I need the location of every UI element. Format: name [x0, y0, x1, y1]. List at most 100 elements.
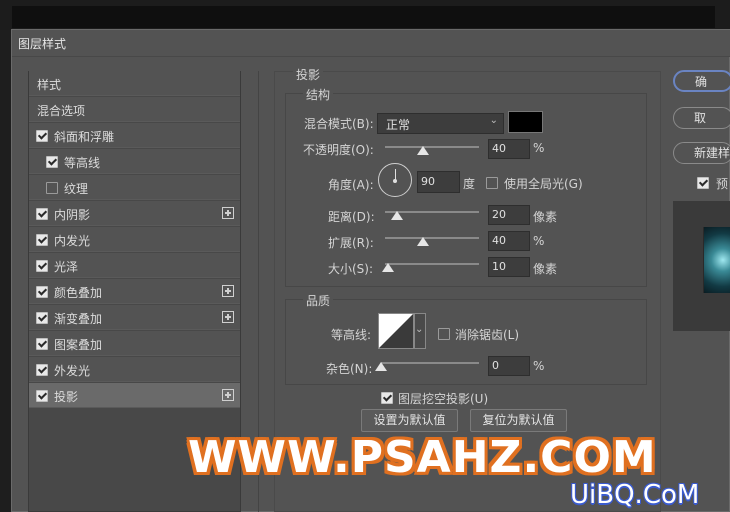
sidebar-item-label: 光泽 — [54, 260, 79, 274]
distance-input[interactable]: 20 — [488, 205, 530, 225]
angle-label: 角度(A): — [328, 178, 374, 192]
noise-slider-thumb[interactable] — [375, 362, 387, 371]
sidebar-item-checkbox[interactable] — [46, 182, 58, 194]
corner-watermark: UiBQ.CoM — [570, 480, 700, 510]
knockout-checkbox[interactable] — [381, 392, 393, 404]
sidebar-item-checkbox[interactable] — [36, 208, 48, 220]
sidebar-item[interactable]: 内发光 — [29, 227, 240, 252]
cancel-button[interactable]: 取 — [673, 107, 730, 129]
sidebar-item-label: 样式 — [37, 78, 62, 92]
sidebar-item-checkbox[interactable] — [36, 260, 48, 272]
sidebar-item-checkbox[interactable] — [36, 312, 48, 324]
add-effect-plus-icon[interactable] — [222, 285, 234, 297]
sidebar-item[interactable]: 图案叠加 — [29, 331, 240, 356]
opacity-slider-track[interactable] — [385, 146, 479, 148]
structure-title: 结构 — [303, 86, 334, 103]
reset-default-button[interactable]: 复位为默认值 — [470, 409, 567, 432]
chevron-down-icon: ⌄ — [415, 324, 424, 335]
blend-mode-label: 混合模式(B): — [304, 117, 374, 131]
distance-slider-thumb[interactable] — [391, 211, 404, 220]
new-style-button[interactable]: 新建样 — [673, 142, 730, 164]
sidebar-item-checkbox[interactable] — [36, 130, 48, 142]
sidebar-item[interactable]: 等高线 — [29, 149, 240, 174]
size-unit: 像素 — [533, 262, 558, 276]
preview-swatch — [703, 227, 730, 293]
sidebar-item-label: 内阴影 — [54, 208, 91, 222]
sidebar-item[interactable]: 颜色叠加 — [29, 279, 240, 304]
sidebar-item[interactable]: 内阴影 — [29, 201, 240, 226]
global-light-checkbox[interactable] — [486, 177, 498, 189]
add-effect-plus-icon[interactable] — [222, 311, 234, 323]
sidebar-item-label: 内发光 — [54, 234, 91, 248]
sidebar-item-label: 等高线 — [64, 156, 101, 170]
sidebar-item-checkbox[interactable] — [36, 234, 48, 246]
spread-slider-track[interactable] — [385, 237, 479, 239]
angle-input[interactable]: 90 — [417, 171, 460, 193]
antialias-label: 消除锯齿(L) — [455, 328, 520, 342]
preview-checkbox[interactable] — [697, 177, 709, 189]
size-slider-track[interactable] — [385, 263, 479, 265]
knockout-label: 图层挖空投影(U) — [398, 392, 489, 406]
sidebar-item-label: 纹理 — [64, 182, 89, 196]
opacity-label: 不透明度(O): — [303, 143, 374, 157]
spread-label: 扩展(R): — [328, 236, 374, 250]
shadow-color-swatch[interactable] — [508, 111, 543, 133]
sidebar-item-checkbox[interactable] — [46, 156, 58, 168]
opacity-slider-thumb[interactable] — [416, 146, 429, 155]
contour-curve-icon — [379, 314, 413, 348]
antialias-checkbox[interactable] — [438, 328, 450, 340]
set-default-button[interactable]: 设置为默认值 — [361, 409, 458, 432]
sidebar-item[interactable]: 样式 — [29, 71, 240, 96]
spread-input[interactable]: 40 — [488, 231, 530, 251]
dialog-title: 图层样式 — [18, 37, 67, 51]
size-input[interactable]: 10 — [488, 257, 530, 277]
sidebar-item-checkbox[interactable] — [36, 364, 48, 376]
sidebar-item[interactable]: 纹理 — [29, 175, 240, 200]
section-title: 投影 — [293, 66, 324, 83]
sidebar-item-label: 颜色叠加 — [54, 286, 103, 300]
ok-button[interactable]: 确 — [673, 70, 730, 92]
sidebar-item[interactable]: 混合选项 — [29, 97, 240, 122]
noise-slider-track[interactable] — [381, 362, 479, 364]
background-window-strip — [0, 0, 730, 30]
size-label: 大小(S): — [328, 262, 374, 276]
sidebar-item[interactable]: 投影 — [29, 383, 240, 408]
opacity-input[interactable]: 40 — [488, 139, 530, 159]
sidebar-item[interactable]: 斜面和浮雕 — [29, 123, 240, 148]
contour-preview[interactable] — [378, 313, 414, 349]
blend-mode-value: 正常 — [386, 118, 411, 132]
noise-unit: % — [533, 359, 545, 373]
sidebar-item-label: 图案叠加 — [54, 338, 103, 352]
spread-slider-thumb[interactable] — [416, 237, 429, 246]
sidebar-item-label: 斜面和浮雕 — [54, 130, 115, 144]
sidebar-item[interactable]: 外发光 — [29, 357, 240, 382]
sidebar-item-label: 投影 — [54, 390, 79, 404]
sidebar-item[interactable]: 光泽 — [29, 253, 240, 278]
opacity-unit: % — [533, 141, 545, 155]
sidebar-item[interactable]: 渐变叠加 — [29, 305, 240, 330]
add-effect-plus-icon[interactable] — [222, 389, 234, 401]
angle-dial[interactable] — [378, 163, 412, 197]
contour-label: 等高线: — [331, 328, 372, 342]
sidebar-item-label: 混合选项 — [37, 104, 86, 118]
watermark-text: WWW.PSAHZ.COM — [188, 432, 657, 483]
global-light-label: 使用全局光(G) — [504, 177, 583, 191]
add-effect-plus-icon[interactable] — [222, 207, 234, 219]
sidebar-item-label: 外发光 — [54, 364, 91, 378]
preview-label: 预 — [716, 177, 729, 191]
dialog-titlebar[interactable] — [12, 30, 730, 57]
distance-unit: 像素 — [533, 210, 558, 224]
angle-unit: 度 — [463, 177, 476, 191]
sidebar-item-checkbox[interactable] — [36, 286, 48, 298]
sidebar-item-checkbox[interactable] — [36, 338, 48, 350]
sidebar-item-checkbox[interactable] — [36, 390, 48, 402]
quality-title: 品质 — [303, 292, 334, 309]
noise-input[interactable]: 0 — [488, 356, 530, 376]
style-preview-thumbnail — [673, 201, 730, 331]
blend-mode-select[interactable]: 正常 ⌄ — [377, 113, 504, 134]
chevron-down-icon: ⌄ — [489, 115, 498, 126]
distance-label: 距离(D): — [328, 210, 375, 224]
size-slider-thumb[interactable] — [381, 263, 394, 272]
contour-dropdown[interactable]: ⌄ — [414, 313, 426, 349]
spread-unit: % — [533, 234, 545, 248]
